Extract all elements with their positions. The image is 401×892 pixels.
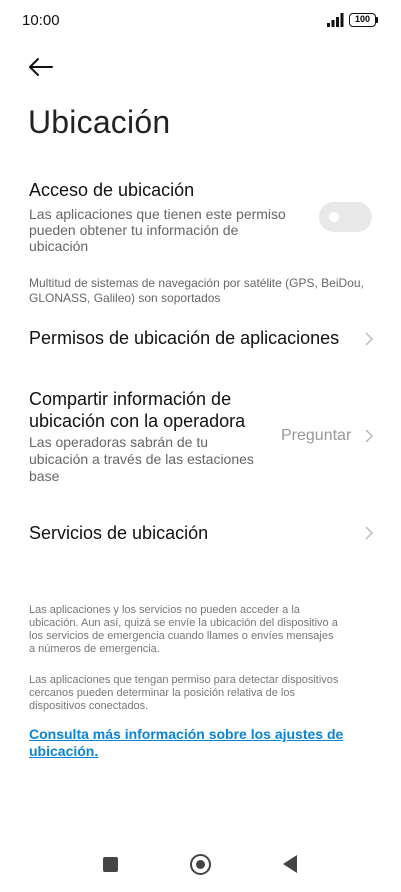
carrier-sharing-desc-2: ubicación a través de las estaciones xyxy=(29,451,254,467)
carrier-sharing-desc-1: Las operadoras sabrán de tu xyxy=(29,434,209,450)
chevron-right-icon xyxy=(365,526,374,540)
gnss-note: Multitud de sistemas de navegación por s… xyxy=(29,276,364,305)
nearby-devices-note-3: dispositivos conectados. xyxy=(29,700,149,712)
nearby-devices-note-2: cercanos pueden determinar la posición r… xyxy=(29,687,295,699)
home-icon xyxy=(196,860,205,869)
location-access-toggle[interactable] xyxy=(319,202,372,232)
page-title: Ubicación xyxy=(28,104,171,140)
learn-more-link-line1: Consulta más información sobre los ajust… xyxy=(29,726,344,742)
back-button[interactable] xyxy=(26,54,56,80)
nav-back-button[interactable] xyxy=(283,855,297,873)
chevron-right-icon xyxy=(365,429,374,443)
location-access-title: Acceso de ubicación xyxy=(29,180,195,200)
app-permissions-title: Permisos de ubicación de aplicaciones xyxy=(29,328,340,348)
status-bar: 10:00 100 xyxy=(0,0,401,42)
battery-icon: 100 xyxy=(349,13,379,27)
location-access-desc-1: Las aplicaciones que tienen este permiso xyxy=(29,206,286,222)
chevron-right-icon xyxy=(365,332,374,346)
learn-more-link-line2: ubicación. xyxy=(29,743,99,759)
carrier-sharing-value: Preguntar xyxy=(281,427,352,444)
arrow-left-icon xyxy=(29,58,53,76)
emergency-note-3: los servicios de emergencia cuando llame… xyxy=(29,630,334,642)
location-access-desc-2: pueden obtener tu información de xyxy=(29,222,239,238)
emergency-note-4: a números de emergencia. xyxy=(29,643,160,655)
battery-level: 100 xyxy=(349,13,376,27)
recents-button[interactable] xyxy=(103,857,118,872)
carrier-sharing-title-1: Compartir información de xyxy=(29,389,232,409)
carrier-sharing-desc-3: base xyxy=(29,468,60,484)
emergency-note-2: ubicación. Aun así, quizá se envíe la ub… xyxy=(29,617,338,629)
nearby-devices-note-1: Las aplicaciones que tengan permiso para… xyxy=(29,674,339,686)
location-services-title: Servicios de ubicación xyxy=(29,523,209,543)
emergency-note-1: Las aplicaciones y los servicios no pued… xyxy=(29,604,300,616)
toggle-knob xyxy=(329,212,339,222)
home-button[interactable] xyxy=(190,854,211,875)
status-time: 10:00 xyxy=(22,12,60,29)
carrier-sharing-title-2: ubicación con la operadora xyxy=(29,411,246,431)
learn-more-link[interactable]: Consulta más información sobre los ajust… xyxy=(29,726,359,760)
location-settings-screen: 10:00 100 Ubicación Acceso de ubicación … xyxy=(0,0,401,892)
signal-icon xyxy=(327,13,344,27)
location-access-desc-3: ubicación xyxy=(29,238,89,254)
